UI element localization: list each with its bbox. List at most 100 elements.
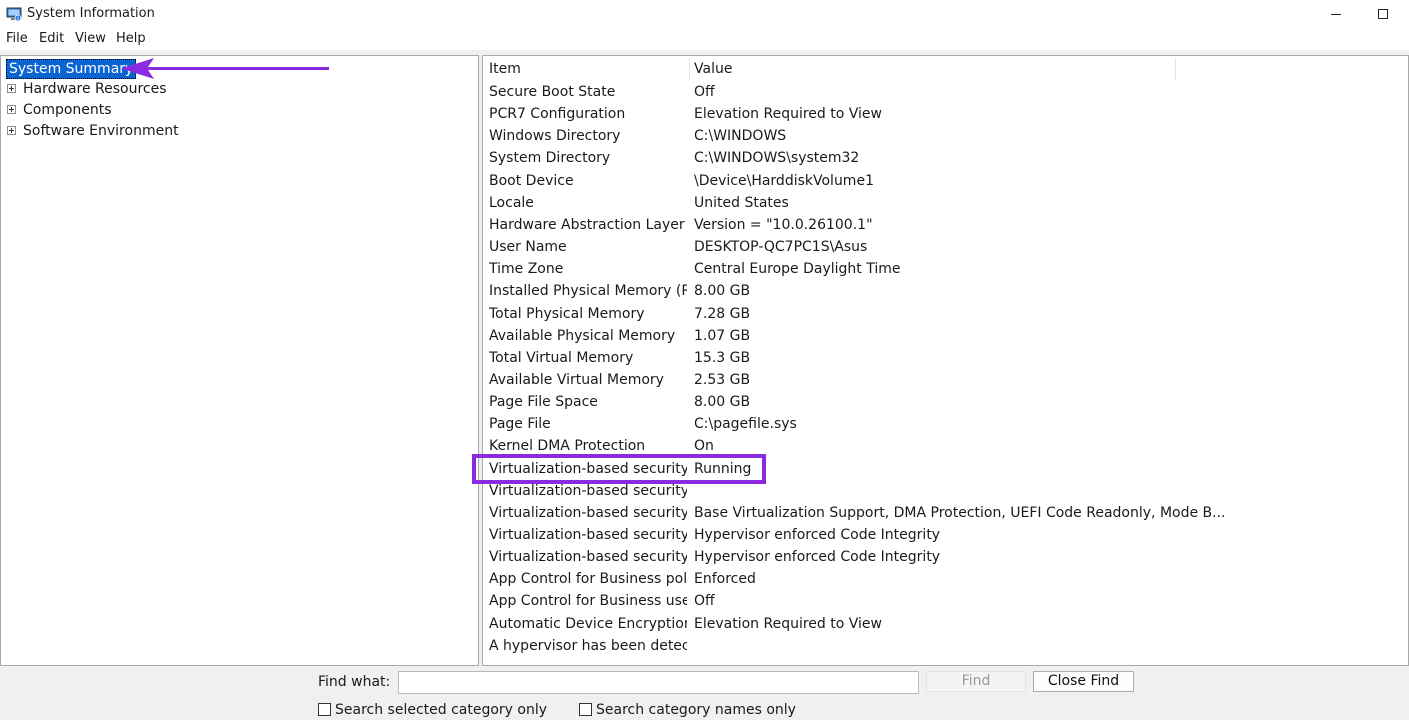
row-item-cell: Page File (489, 416, 551, 433)
row-value-cell: 7.28 GB (694, 305, 751, 322)
row-item-cell: Kernel DMA Protection (489, 438, 646, 455)
menu-edit[interactable]: Edit (38, 31, 65, 46)
table-row[interactable]: A hypervisor has been detecte... (483, 635, 1183, 657)
checkbox-unchecked-icon[interactable] (579, 703, 592, 716)
find-button[interactable]: Find (926, 671, 1026, 692)
row-item-cell: PCR7 Configuration (489, 106, 626, 123)
table-row[interactable]: Total Physical Memory 7.28 GB (483, 303, 1183, 325)
window-title: System Information (27, 6, 155, 21)
menu-file[interactable]: File (5, 31, 29, 46)
row-value-cell: United States (694, 194, 789, 211)
table-row[interactable]: Secure Boot State Off (483, 81, 1183, 103)
row-value-cell: Elevation Required to View (694, 615, 882, 632)
table-row[interactable]: App Control for Business user ... Off (483, 590, 1183, 612)
table-row[interactable]: Windows Directory C:\WINDOWS (483, 125, 1183, 147)
row-item-cell: Total Virtual Memory (489, 349, 634, 366)
close-find-button[interactable]: Close Find (1033, 671, 1134, 692)
category-tree[interactable]: System Summary Hardware Resources Compon… (0, 55, 479, 666)
row-value-cell: Off (694, 593, 715, 610)
expand-plus-icon[interactable] (7, 84, 16, 93)
row-item-cell: Secure Boot State (489, 84, 616, 100)
menu-view[interactable]: View (74, 31, 107, 46)
table-row[interactable]: Time Zone Central Europe Daylight Time (483, 258, 1183, 280)
table-row[interactable]: Automatic Device Encryption ... Elevation… (483, 613, 1183, 635)
table-row[interactable]: Virtualization-based security Running (483, 458, 1183, 480)
row-item-cell: Virtualization-based security (489, 460, 687, 477)
row-value-cell: 2.53 GB (694, 371, 751, 388)
table-row[interactable]: Locale United States (483, 192, 1183, 214)
checkbox-label: Search selected category only (335, 702, 548, 718)
table-row[interactable]: Installed Physical Memory (RA... 8.00 GB (483, 280, 1183, 302)
row-value-cell: Running (694, 460, 752, 477)
table-row[interactable]: Hardware Abstraction Layer Version = "10.… (483, 214, 1183, 236)
table-row[interactable]: Page File C:\pagefile.sys (483, 413, 1183, 435)
table-row[interactable]: Kernel DMA Protection On (483, 435, 1183, 457)
find-bar: Find what: Find Close Find Search select… (0, 666, 1409, 720)
expand-plus-icon[interactable] (7, 105, 16, 114)
find-what-input[interactable] (398, 671, 919, 694)
table-row[interactable]: Available Virtual Memory 2.53 GB (483, 369, 1183, 391)
row-value-cell: Hypervisor enforced Code Integrity (694, 549, 941, 566)
column-header-value[interactable]: Value (694, 61, 732, 77)
table-row[interactable]: System Directory C:\WINDOWS\system32 (483, 147, 1183, 169)
title-bar: System Information (0, 0, 1409, 30)
minimize-button[interactable] (1313, 0, 1359, 30)
table-row[interactable]: Page File Space 8.00 GB (483, 391, 1183, 413)
table-row[interactable]: Boot Device \Device\HarddiskVolume1 (483, 170, 1183, 192)
table-row[interactable]: Virtualization-based security S... Hyperv… (483, 524, 1183, 546)
column-header-item[interactable]: Item (489, 61, 521, 77)
maximize-icon (1378, 9, 1388, 19)
row-item-cell: Available Physical Memory (489, 327, 676, 344)
minimize-icon (1331, 14, 1341, 15)
row-item-cell: A hypervisor has been detecte... (489, 637, 687, 654)
row-value-cell: Elevation Required to View (694, 106, 882, 123)
row-item-cell: Hardware Abstraction Layer (489, 216, 685, 233)
table-row[interactable]: User Name DESKTOP-QC7PC1S\Asus (483, 236, 1183, 258)
row-item-cell: Windows Directory (489, 128, 621, 145)
tree-item-label: Components (23, 102, 112, 118)
details-list[interactable]: Item Value Secure Boot State Off PCR7 Conf… (482, 55, 1409, 666)
row-value-cell: Off (694, 84, 715, 100)
row-value-cell (694, 635, 1174, 657)
checkbox-label: Search category names only (596, 702, 796, 718)
row-item-cell: User Name (489, 239, 567, 256)
expand-plus-icon[interactable] (7, 126, 16, 135)
table-row[interactable]: Virtualization-based security S... Hyperv… (483, 546, 1183, 568)
list-header: Item Value (483, 56, 1408, 82)
tree-item-label: Software Environment (23, 123, 179, 139)
tree-item-system-summary[interactable]: System Summary (6, 59, 137, 79)
row-item-cell: App Control for Business policy (489, 571, 687, 588)
row-value-cell: DESKTOP-QC7PC1S\Asus (694, 239, 868, 256)
row-item-cell: Virtualization-based security S... (489, 527, 687, 543)
menu-bar: File Edit View Help (0, 30, 1409, 50)
find-what-label: Find what: (318, 674, 391, 690)
row-item-cell: Total Physical Memory (489, 305, 645, 322)
row-value-cell: Base Virtualization Support, DMA Protect… (694, 504, 1226, 521)
row-value-cell: 1.07 GB (694, 327, 751, 344)
column-divider[interactable] (1175, 58, 1176, 80)
row-value-cell: Enforced (694, 571, 756, 588)
maximize-button[interactable] (1359, 0, 1405, 30)
row-value-cell: Version = "10.0.26100.1" (694, 216, 873, 233)
row-value-cell: 8.00 GB (694, 283, 751, 300)
tree-item-label: Hardware Resources (23, 81, 167, 97)
table-row[interactable]: App Control for Business policy Enforced (483, 568, 1183, 590)
table-row[interactable]: Virtualization-based security ... (483, 480, 1183, 502)
column-divider[interactable] (689, 58, 690, 80)
table-row[interactable]: Total Virtual Memory 15.3 GB (483, 347, 1183, 369)
row-value-cell: C:\pagefile.sys (694, 416, 797, 433)
table-row[interactable]: Available Physical Memory 1.07 GB (483, 325, 1183, 347)
checkbox-unchecked-icon[interactable] (318, 703, 331, 716)
annotation-arrow-icon (121, 58, 329, 79)
row-value-cell: 8.00 GB (694, 394, 751, 411)
table-row[interactable]: Virtualization-based security ... Base Vi… (483, 502, 1226, 524)
row-item-cell: Boot Device (489, 172, 574, 189)
row-item-cell: Page File Space (489, 394, 598, 411)
menu-help[interactable]: Help (115, 31, 147, 46)
row-value-cell: Central Europe Daylight Time (694, 261, 901, 278)
row-item-cell: Virtualization-based security ... (489, 504, 687, 521)
row-item-cell: Locale (489, 194, 534, 211)
table-row[interactable]: PCR7 Configuration Elevation Required to … (483, 103, 1183, 125)
row-value-cell: \Device\HarddiskVolume1 (694, 172, 874, 189)
row-item-cell: Virtualization-based security ... (489, 482, 687, 499)
